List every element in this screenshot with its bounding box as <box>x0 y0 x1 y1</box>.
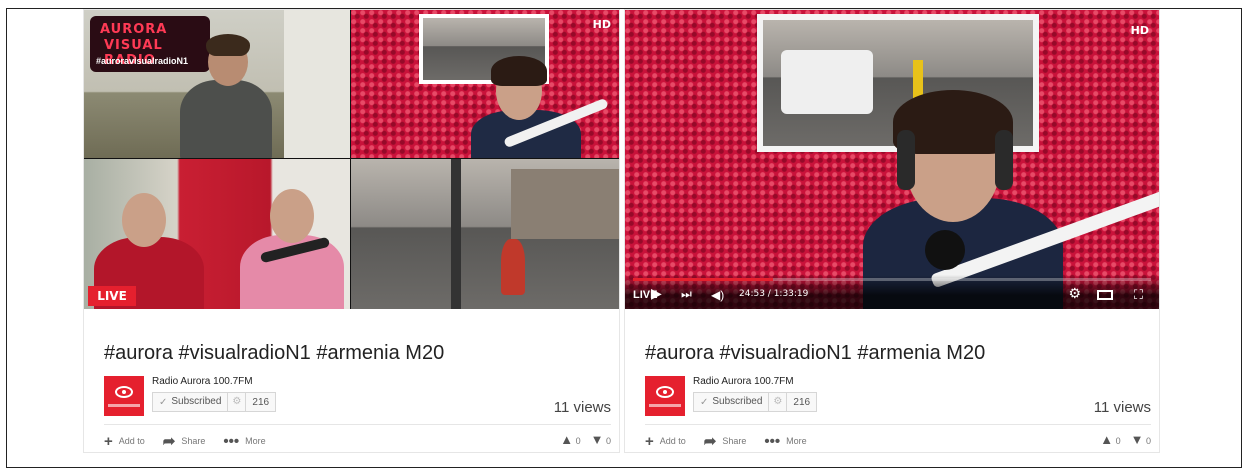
guest-1-head <box>122 193 166 247</box>
more-icon: ••• <box>223 432 240 450</box>
channel-name[interactable]: Radio Aurora 100.7FM <box>693 376 794 387</box>
settings-icon[interactable]: ⚙ <box>1068 285 1081 302</box>
rating-bar: ▲ 0 ▼ 0 <box>560 432 611 447</box>
mic-head <box>925 230 965 270</box>
bell-icon[interactable]: ⚙ <box>769 393 788 411</box>
theater-icon[interactable] <box>1097 290 1113 300</box>
station-overlay: AURORA VISUAL RADIO #auroravisualradioN1 <box>90 16 210 72</box>
subscribe-button[interactable]: ✓ Subscribed ⚙ 216 <box>152 392 277 412</box>
check-icon: ✓ <box>159 396 168 408</box>
channel-name[interactable]: Radio Aurora 100.7FM <box>152 376 253 387</box>
building <box>511 169 619 239</box>
next-icon[interactable]: ⏭ <box>681 287 692 302</box>
video-card-left: AURORA VISUAL RADIO #auroravisualradioN1… <box>84 10 619 452</box>
subscribe-label: Subscribed <box>171 393 229 411</box>
more-button[interactable]: ••• More <box>764 433 806 450</box>
view-count: 11 views <box>553 399 611 416</box>
subscriber-count: 216 <box>793 396 811 408</box>
hd-badge: HD <box>1130 24 1149 37</box>
thumbs-up-icon: ▲ <box>1100 432 1114 447</box>
video-card-right: HD LIVE ▶ ⏭ ◀) 24:53 / 1:33:19 ⚙ ⛶ #auro… <box>625 10 1159 452</box>
video-player-studio[interactable]: HD LIVE ▶ ⏭ ◀) 24:53 / 1:33:19 ⚙ ⛶ <box>625 10 1159 309</box>
view-count: 11 views <box>1093 399 1151 416</box>
add-to-button[interactable]: + Add to <box>104 433 145 450</box>
subscribe-label: Subscribed <box>712 393 770 411</box>
dislike-button[interactable]: ▼ 0 <box>1131 432 1151 447</box>
headphones-left <box>897 130 915 190</box>
door <box>284 10 350 158</box>
fullscreen-icon[interactable]: ⛶ <box>1134 287 1143 303</box>
camera-cell-studio: HD <box>351 10 619 158</box>
video-title[interactable]: #aurora #visualradioN1 #armenia M20 <box>104 342 444 365</box>
more-button[interactable]: ••• More <box>223 433 265 450</box>
more-icon: ••• <box>764 432 781 450</box>
overlay-hashtag: #auroravisualradioN1 <box>96 56 189 66</box>
add-to-button[interactable]: + Add to <box>645 433 686 450</box>
subscribe-button[interactable]: ✓ Subscribed ⚙ 216 <box>693 392 818 412</box>
host-hair <box>206 34 250 56</box>
dislike-button[interactable]: ▼ 0 <box>591 432 611 447</box>
thumbs-up-icon: ▲ <box>560 432 574 447</box>
share-icon: ➦ <box>162 433 176 450</box>
subscriber-count: 216 <box>252 396 270 408</box>
host-figure <box>180 80 272 158</box>
hd-badge: HD <box>592 18 611 31</box>
camera-cell-street <box>351 159 619 309</box>
pole <box>451 159 461 309</box>
share-button[interactable]: ➦ Share <box>704 432 747 450</box>
player-controls: LIVE ▶ ⏭ ◀) 24:53 / 1:33:19 ⚙ ⛶ <box>625 275 1159 309</box>
progress-bar[interactable] <box>633 278 1151 281</box>
share-button[interactable]: ➦ Share <box>163 432 206 450</box>
rating-bar: ▲ 0 ▼ 0 <box>1100 432 1151 447</box>
pedestrian <box>501 239 525 295</box>
live-badge: LIVE <box>88 286 136 306</box>
volume-icon[interactable]: ◀) <box>711 288 724 302</box>
like-button[interactable]: ▲ 0 <box>1100 432 1120 447</box>
share-icon: ➦ <box>703 433 717 450</box>
bell-icon[interactable]: ⚙ <box>228 393 247 411</box>
channel-avatar[interactable] <box>104 376 144 416</box>
presenter-hair <box>491 56 547 86</box>
thumbs-down-icon: ▼ <box>590 432 604 447</box>
divider <box>645 424 1151 425</box>
check-icon: ✓ <box>700 396 709 408</box>
action-bar: + Add to ➦ Share ••• More <box>104 432 266 451</box>
headphones-right <box>995 130 1013 190</box>
overlay-line-1: AURORA <box>100 22 168 37</box>
thumbs-down-icon: ▼ <box>1130 432 1144 447</box>
divider <box>104 424 611 425</box>
like-button[interactable]: ▲ 0 <box>560 432 580 447</box>
video-player-multiview[interactable]: AURORA VISUAL RADIO #auroravisualradioN1… <box>84 10 619 309</box>
add-icon: + <box>104 432 113 450</box>
channel-avatar[interactable] <box>645 376 685 416</box>
action-bar: + Add to ➦ Share ••• More <box>645 432 807 451</box>
play-icon[interactable]: ▶ <box>651 285 662 302</box>
add-icon: + <box>645 432 654 450</box>
time-display: 24:53 / 1:33:19 <box>739 289 809 299</box>
guest-2-head <box>270 189 314 243</box>
van <box>781 50 873 114</box>
camera-cell-host: AURORA VISUAL RADIO #auroravisualradioN1 <box>84 10 350 158</box>
video-title[interactable]: #aurora #visualradioN1 #armenia M20 <box>645 342 985 365</box>
